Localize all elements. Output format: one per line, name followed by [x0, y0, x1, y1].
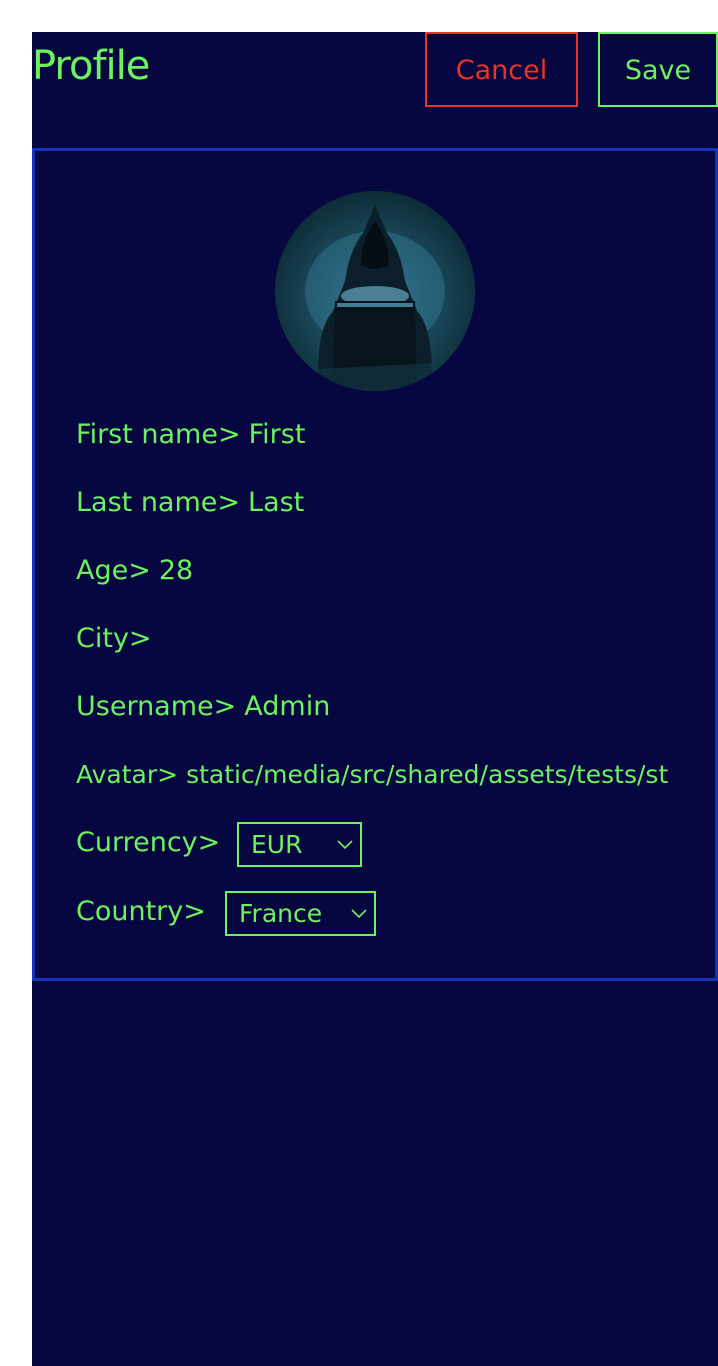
chevron-down-icon — [350, 893, 368, 946]
currency-label: Currency> — [76, 827, 221, 858]
age-value[interactable]: 28 — [159, 555, 193, 586]
first-name-value[interactable]: First — [249, 419, 306, 450]
username-field: Username> Admin — [76, 690, 330, 724]
cancel-button[interactable]: Cancel — [425, 32, 578, 107]
last-name-label: Last name> — [76, 487, 241, 518]
last-name-field: Last name> Last — [76, 486, 304, 520]
profile-page: Profile Cancel Save First name> First Las… — [32, 32, 718, 1366]
age-field: Age> 28 — [76, 554, 193, 588]
country-selected-value: France — [239, 899, 323, 928]
username-value[interactable]: Admin — [244, 691, 330, 722]
username-label: Username> — [76, 691, 237, 722]
avatar — [275, 191, 475, 391]
page-title: Profile — [32, 43, 150, 89]
city-label: City> — [76, 623, 152, 654]
country-field: Country> — [76, 895, 206, 929]
chevron-down-icon — [336, 824, 354, 877]
first-name-label: First name> — [76, 419, 241, 450]
currency-selected-value: EUR — [251, 830, 303, 859]
avatar-label: Avatar> — [76, 760, 179, 789]
first-name-field: First name> First — [76, 418, 305, 452]
avatar-field: Avatar> static/media/src/shared/assets/te… — [76, 758, 668, 792]
country-select[interactable]: France — [225, 891, 376, 936]
currency-field: Currency> — [76, 826, 220, 860]
country-label: Country> — [76, 896, 206, 927]
save-button[interactable]: Save — [598, 32, 718, 107]
city-field: City> — [76, 622, 160, 656]
profile-card: First name> First Last name> Last Age> 28 C… — [32, 148, 718, 981]
avatar-value[interactable]: static/media/src/shared/assets/tests/st — [186, 760, 668, 789]
age-label: Age> — [76, 555, 151, 586]
currency-select[interactable]: EUR — [237, 822, 362, 867]
last-name-value[interactable]: Last — [248, 487, 304, 518]
hooded-hacker-avatar-icon — [275, 205, 475, 391]
